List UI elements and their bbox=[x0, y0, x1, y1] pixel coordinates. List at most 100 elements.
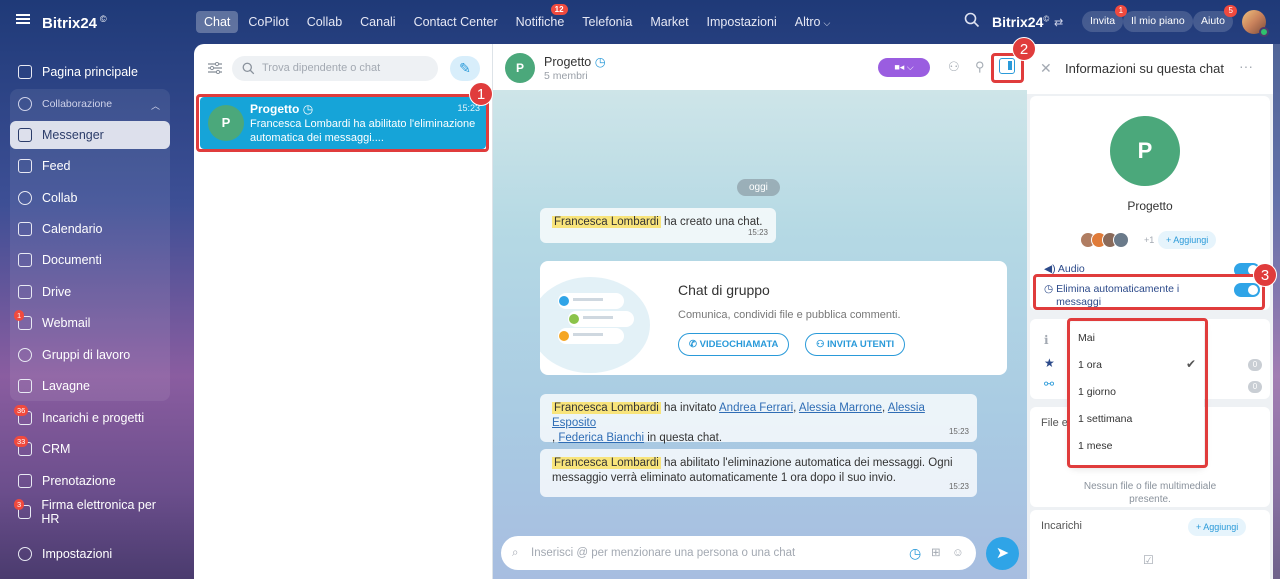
my-plan-button[interactable]: Il mio piano bbox=[1123, 11, 1193, 32]
invite-button[interactable]: Invita 1 bbox=[1082, 5, 1128, 32]
mail-icon: 1 bbox=[14, 310, 32, 330]
system-message: Francesca Lombardi ha invitato Andrea Fe… bbox=[540, 394, 977, 444]
nav-notifiche[interactable]: Notifiche 12 bbox=[508, 4, 573, 33]
message-time: 15:23 bbox=[948, 482, 969, 491]
attach-icon[interactable]: ⌕ bbox=[512, 536, 518, 570]
video-call-card-button[interactable]: ✆ VIDEOCHIAMATA bbox=[678, 333, 790, 356]
sidebar-item-feed[interactable]: Feed bbox=[10, 152, 170, 180]
filter-icon[interactable] bbox=[208, 62, 222, 74]
highlight-box-1 bbox=[196, 94, 489, 152]
info-icon: ℹ bbox=[1044, 333, 1049, 347]
chat-title[interactable]: Progetto ◷ bbox=[544, 54, 606, 69]
user-link[interactable]: Andrea Ferrari bbox=[719, 402, 793, 414]
timer-icon[interactable]: ◷ bbox=[909, 536, 921, 570]
sidebar-item-documenti[interactable]: Documenti bbox=[10, 246, 170, 274]
chevron-down-icon: ⌵ bbox=[823, 18, 831, 28]
more-icon[interactable]: ··· bbox=[1239, 58, 1253, 74]
nav-market[interactable]: Market bbox=[642, 11, 696, 33]
nav-chat[interactable]: Chat bbox=[196, 11, 239, 33]
avatar[interactable]: P bbox=[1110, 116, 1180, 186]
nav-impostazioni[interactable]: Impostazioni bbox=[699, 11, 785, 33]
sidebar-item-messenger[interactable]: Messenger bbox=[10, 121, 170, 149]
crm-icon: 33 bbox=[14, 436, 32, 456]
invite-users-button[interactable]: ⚇ INVITA UTENTI bbox=[805, 333, 906, 356]
info-header: ✕ Informazioni su questa chat ··· bbox=[1027, 44, 1273, 94]
sidebar-item-label: Incarichi e progetti bbox=[42, 411, 145, 425]
phone-icon: ✆ bbox=[689, 339, 697, 350]
message-author[interactable]: Francesca Lombardi bbox=[552, 402, 661, 414]
sidebar-item-home[interactable]: Pagina principale bbox=[10, 58, 170, 86]
user-avatar[interactable] bbox=[1242, 10, 1269, 37]
sidebar-group-collaborazione[interactable]: Collaborazione ︿ bbox=[10, 90, 170, 118]
video-call-button[interactable]: ■◂ ⌵ bbox=[878, 58, 930, 77]
logo-text: Bitrix24 bbox=[42, 15, 98, 32]
message-text: ha invitato bbox=[660, 402, 720, 414]
message-author[interactable]: Francesca Lombardi bbox=[552, 216, 661, 228]
chat-info-panel: ✕ Informazioni su questa chat ··· P Prog… bbox=[1027, 44, 1273, 579]
member-avatars[interactable] bbox=[1080, 232, 1144, 248]
sidebar-item-lavagne[interactable]: Lavagne bbox=[10, 372, 170, 400]
highlight-box-3 bbox=[1033, 274, 1265, 310]
search-icon[interactable]: ⚲ bbox=[975, 59, 985, 75]
search-icon bbox=[242, 62, 255, 75]
logo[interactable]: Bitrix24 © bbox=[42, 14, 107, 32]
sidebar-item-impostazioni[interactable]: Impostazioni bbox=[10, 540, 170, 568]
new-chat-button[interactable]: ✎ bbox=[450, 56, 480, 81]
add-task-button[interactable]: + Aggiungi bbox=[1188, 518, 1247, 536]
search-icon[interactable] bbox=[964, 12, 980, 28]
sidebar-item-webmail[interactable]: 1 Webmail bbox=[10, 309, 170, 337]
help-button[interactable]: Aiuto 5 bbox=[1193, 5, 1237, 32]
notification-badge: 12 bbox=[550, 4, 568, 15]
add-member-button[interactable]: + Aggiungi bbox=[1158, 231, 1217, 249]
member-count[interactable]: 5 membri bbox=[544, 70, 588, 82]
member-avatar bbox=[1113, 232, 1129, 248]
menu-icon[interactable] bbox=[16, 14, 30, 24]
sidebar-item-collab[interactable]: Collab bbox=[10, 184, 170, 212]
close-icon[interactable]: ✕ bbox=[1040, 60, 1052, 77]
user-link[interactable]: Federica Bianchi bbox=[558, 432, 644, 444]
more-members: +1 bbox=[1144, 235, 1155, 245]
nav-canali[interactable]: Canali bbox=[352, 11, 403, 33]
sidebar-item-label: Gruppi di lavoro bbox=[42, 348, 131, 362]
nav-telefonia[interactable]: Telefonia bbox=[574, 11, 640, 33]
star-icon[interactable]: ★ bbox=[1044, 356, 1055, 370]
message-author[interactable]: Francesca Lombardi bbox=[552, 457, 661, 469]
nav-altro[interactable]: Altro ⌵ bbox=[787, 11, 839, 33]
nav-contact-center[interactable]: Contact Center bbox=[406, 11, 506, 33]
top-nav: Chat CoPilot Collab Canali Contact Cente… bbox=[196, 4, 840, 33]
sidebar-item-gruppi[interactable]: Gruppi di lavoro bbox=[10, 341, 170, 369]
sidebar-item-prenotazione[interactable]: Prenotazione bbox=[10, 467, 170, 495]
add-user-icon[interactable]: ⚇ bbox=[948, 59, 960, 75]
sidebar-item-firma[interactable]: 3 Firma elettronica per HR bbox=[10, 498, 170, 526]
scrollbar[interactable] bbox=[1272, 44, 1280, 579]
logo-mark: © bbox=[100, 14, 107, 24]
link-icon[interactable]: ⚯ bbox=[1044, 377, 1054, 391]
nav-copilot[interactable]: CoPilot bbox=[240, 11, 296, 33]
signature-badge: 3 bbox=[14, 499, 25, 510]
search-input[interactable]: Trova dipendente o chat bbox=[232, 56, 438, 81]
emoji-icon[interactable]: ☺ bbox=[952, 536, 964, 570]
whiteboard-icon bbox=[18, 379, 32, 393]
message-input-placeholder: Inserisci @ per menzionare una persona o… bbox=[531, 547, 796, 559]
sidebar-item-calendario[interactable]: Calendario bbox=[10, 215, 170, 243]
sidebar-item-incarichi[interactable]: 36 Incarichi e progetti bbox=[10, 404, 170, 432]
sidebar-item-crm[interactable]: 33 CRM bbox=[10, 435, 170, 463]
group-card-title: Chat di gruppo bbox=[678, 282, 770, 298]
links-count: 0 bbox=[1248, 381, 1262, 393]
highlight-box-dropdown bbox=[1067, 318, 1208, 468]
user-link[interactable]: Alessia Marrone bbox=[799, 402, 882, 414]
callout-number-3: 3 bbox=[1253, 263, 1277, 287]
nav-collab[interactable]: Collab bbox=[299, 11, 350, 33]
apps-icon[interactable]: ⊞ bbox=[931, 536, 941, 570]
system-message: Francesca Lombardi ha abilitato l'elimin… bbox=[540, 449, 977, 497]
avatar[interactable]: P bbox=[505, 53, 535, 83]
callout-number-1: 1 bbox=[469, 82, 493, 106]
sidebar-item-drive[interactable]: Drive bbox=[10, 278, 170, 306]
send-button[interactable]: ➤ bbox=[986, 537, 1019, 570]
chat-title-text: Progetto bbox=[544, 55, 592, 69]
message-input[interactable]: ⌕ Inserisci @ per menzionare una persona… bbox=[501, 536, 976, 570]
brand[interactable]: Bitrix24© bbox=[992, 14, 1049, 30]
nav-notifiche-label: Notifiche bbox=[515, 15, 565, 29]
booking-icon bbox=[18, 474, 32, 488]
sidebar-item-label: Drive bbox=[42, 285, 72, 299]
